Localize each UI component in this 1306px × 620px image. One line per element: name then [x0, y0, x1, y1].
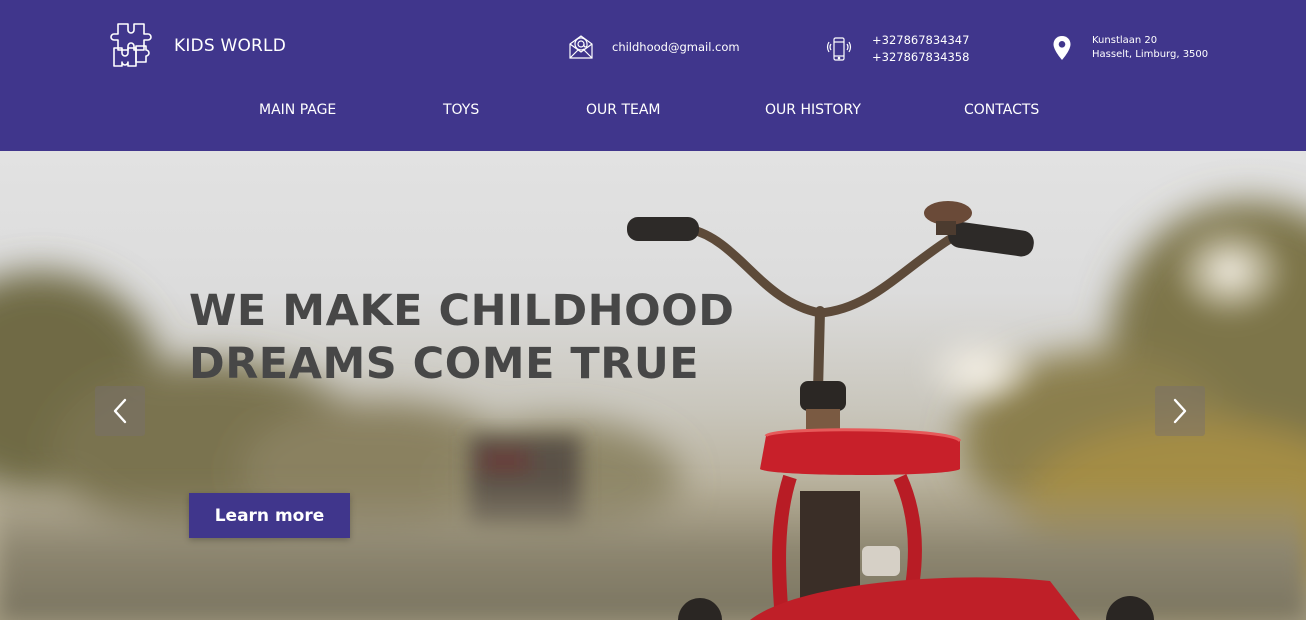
slider-prev-button[interactable] [95, 386, 145, 436]
hero-slider: WE MAKE CHILDHOOD DREAMS COME TRUE Learn… [0, 151, 1306, 620]
slider-next-button[interactable] [1155, 386, 1205, 436]
nav-item-our-history[interactable]: OUR HISTORY [765, 102, 861, 118]
learn-more-button[interactable]: Learn more [189, 493, 350, 538]
contact-phone[interactable]: +327867834347 +327867834358 [826, 32, 969, 66]
nav-item-contacts[interactable]: CONTACTS [964, 102, 1039, 118]
logo[interactable]: KIDS WORLD [106, 20, 286, 72]
nav-item-toys[interactable]: TOYS [443, 102, 479, 118]
chevron-left-icon [113, 398, 127, 424]
phone-number-1: +327867834347 [872, 33, 970, 47]
email-text: childhood@gmail.com [612, 39, 740, 54]
phone-number-2: +327867834358 [872, 50, 970, 64]
phone-numbers: +327867834347 +327867834358 [872, 32, 969, 66]
site-header: KIDS WORLD childhood@gmail.com +32786783… [0, 0, 1306, 151]
puzzle-icon [110, 23, 152, 67]
address-line-1: Kunstlaan 20 [1092, 35, 1158, 46]
map-pin-icon [1053, 36, 1071, 60]
main-nav: MAIN PAGE TOYS OUR TEAM OUR HISTORY CONT… [0, 102, 1306, 124]
mail-icon [569, 35, 593, 59]
contact-address[interactable]: Kunstlaan 20 Hasselt, Limburg, 3500 [1052, 34, 1208, 62]
address-line-2: Hasselt, Limburg, 3500 [1092, 49, 1209, 60]
hero-title-line-2: DREAMS COME TRUE [189, 339, 700, 389]
hero-title: WE MAKE CHILDHOOD DREAMS COME TRUE [189, 285, 789, 391]
smartphone-icon [826, 37, 852, 61]
address-text: Kunstlaan 20 Hasselt, Limburg, 3500 [1092, 34, 1208, 62]
nav-item-our-team[interactable]: OUR TEAM [586, 102, 661, 118]
contact-email[interactable]: childhood@gmail.com [568, 34, 740, 60]
brand-name: KIDS WORLD [174, 36, 287, 56]
chevron-right-icon [1173, 398, 1187, 424]
nav-item-main-page[interactable]: MAIN PAGE [259, 102, 336, 118]
hero-title-line-1: WE MAKE CHILDHOOD [189, 286, 735, 336]
